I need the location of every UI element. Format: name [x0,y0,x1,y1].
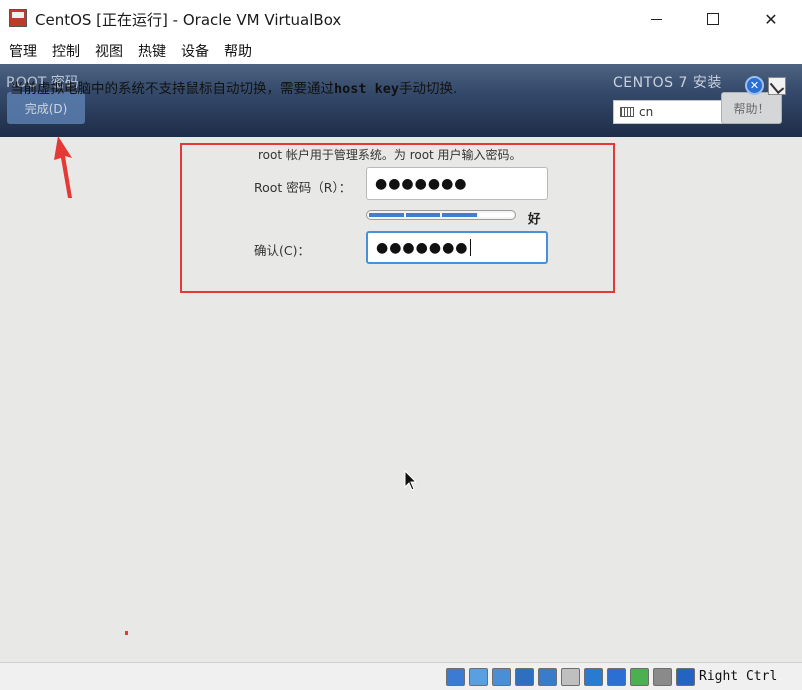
maximize-icon [707,13,719,25]
notification-text-after: 手动切换. [399,81,458,97]
audio-icon[interactable] [492,668,511,686]
notification-text-before: 当前虚拟电脑中的系统不支持鼠标自动切换，需要通过 [10,81,334,97]
mouse-integration-notification: 当前虚拟电脑中的系统不支持鼠标自动切换，需要通过host key手动切换. [10,77,457,97]
menu-help[interactable]: 帮助 [224,41,252,61]
title-bar: CentOS [正在运行] - Oracle VM VirtualBox ✕ [0,0,802,38]
window-title: CentOS [正在运行] - Oracle VM VirtualBox [35,11,342,29]
menu-devices[interactable]: 设备 [181,41,209,61]
close-button[interactable]: ✕ [748,0,794,38]
shared-folders-icon[interactable] [561,668,580,686]
host-key-indicator[interactable]: Right Ctrl [699,669,777,684]
mouse-integration-icon[interactable] [653,668,672,686]
installer-product-label: CENTOS 7 安装 [613,75,722,91]
status-bar: Right Ctrl [0,662,802,690]
close-icon: ✕ [764,9,778,29]
annotation-dot [125,631,128,635]
minimize-icon [650,18,662,20]
menu-control[interactable]: 控制 [52,41,80,61]
minimize-button[interactable] [633,0,679,38]
notification-mouse-pointer-icon [768,77,786,95]
help-button[interactable]: 帮助！ [721,92,782,124]
network-icon[interactable] [515,668,534,686]
keyboard-layout-indicator[interactable]: cn [613,100,723,124]
menu-bar: 管理 控制 视图 热键 设备 帮助 [0,38,802,64]
cpu-icon[interactable] [630,668,649,686]
maximize-button[interactable] [690,0,736,38]
vm-display[interactable]: ROOT 密码 CENTOS 7 安装 完成(D) cn 帮助！ 当前虚拟电脑中… [0,64,802,662]
usb-icon[interactable] [538,668,557,686]
keyboard-layout-value: cn [639,105,654,119]
optical-disk-icon[interactable] [469,668,488,686]
menu-machine[interactable]: 管理 [9,41,37,61]
harddisk-icon[interactable] [446,668,465,686]
installer-header: ROOT 密码 CENTOS 7 安装 完成(D) cn 帮助！ 当前虚拟电脑中… [0,64,802,137]
menu-hotkeys[interactable]: 热键 [138,41,166,61]
display-icon[interactable] [584,668,603,686]
video-capture-icon[interactable] [607,668,626,686]
mouse-cursor-icon [404,470,418,491]
virtualbox-app-icon [9,9,27,27]
notification-close-icon[interactable]: ✕ [745,76,764,95]
keyboard-capture-icon[interactable] [676,668,695,686]
annotation-arrow-icon [54,136,72,198]
menu-view[interactable]: 视图 [95,41,123,61]
notification-host-key: host key [334,81,400,97]
keyboard-icon [620,107,634,117]
annotation-highlight-box [180,143,615,293]
